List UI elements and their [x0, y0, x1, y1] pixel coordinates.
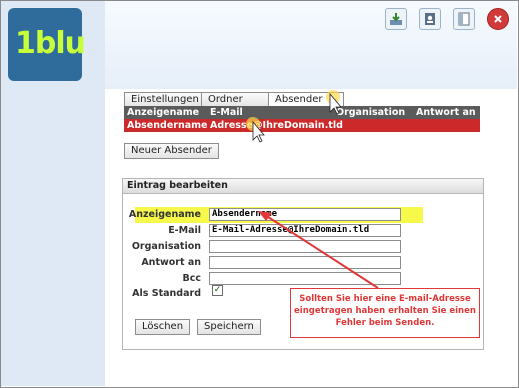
annotation-overlay: [246, 90, 379, 289]
cursor-icon-tabs: [326, 90, 342, 115]
annotation-arrow: [264, 214, 379, 289]
cursor-icon-row: [246, 117, 265, 143]
arrow-head-icon: [258, 211, 272, 221]
